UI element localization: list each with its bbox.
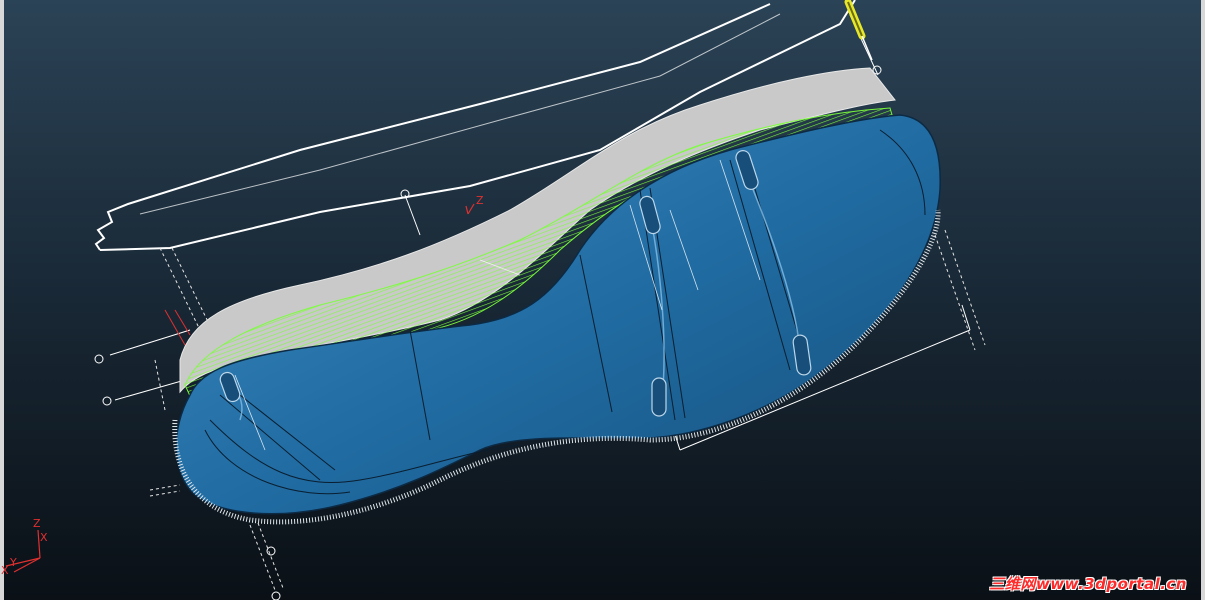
triad-x-lower-label: X	[1, 564, 9, 577]
marker-circle[interactable]	[271, 591, 281, 600]
marker-circle[interactable]	[266, 546, 276, 556]
angle-marker	[164, 309, 191, 346]
marker-circle[interactable]	[102, 396, 112, 406]
model-axis-z-label: Z	[476, 194, 484, 207]
marker-circle[interactable]	[94, 354, 104, 364]
site-watermark: 三维网www.3dportal.cn	[989, 575, 1187, 593]
cad-viewport[interactable]: Z Z X Y X 三维网www.3dportal.cn	[0, 0, 1205, 600]
model-axis-indicator: Z	[465, 194, 484, 215]
model-scene[interactable]: Z Z X Y X	[0, 0, 1205, 600]
manipulator-handle[interactable]	[844, 0, 873, 61]
triad-z-label: Z	[33, 517, 41, 530]
triad-y-label: Y	[9, 556, 17, 569]
axis-triad[interactable]: Z X Y X	[1, 517, 48, 577]
triad-x-label: X	[40, 531, 48, 544]
